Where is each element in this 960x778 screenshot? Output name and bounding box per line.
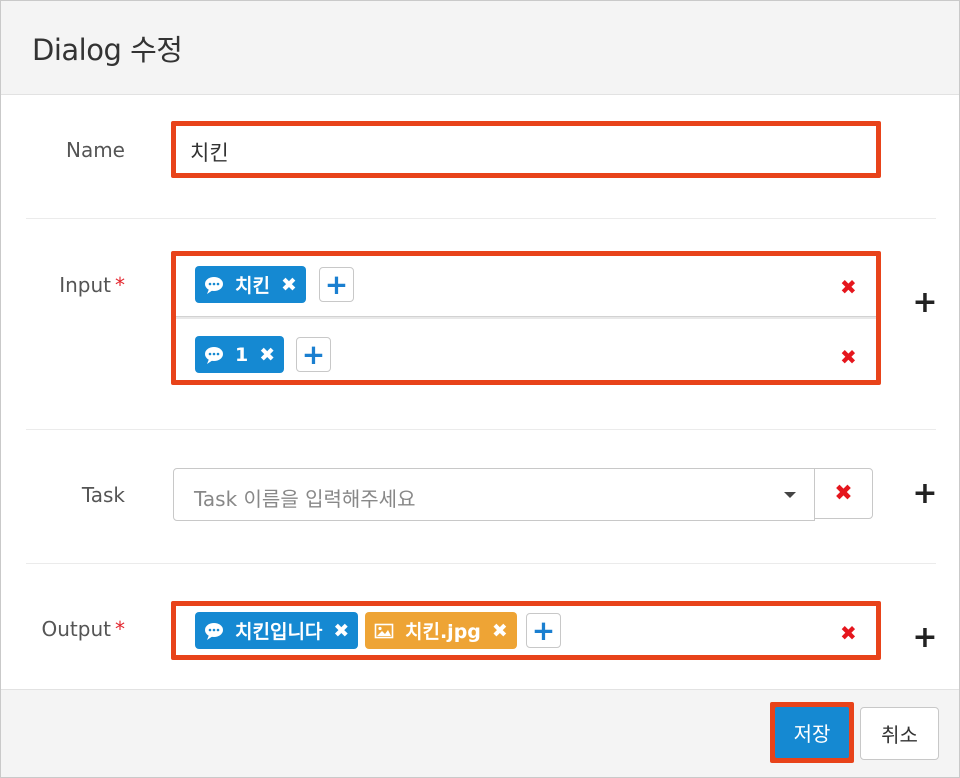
add-input-row-button[interactable]: + xyxy=(900,277,950,327)
row-separator xyxy=(176,316,876,319)
divider xyxy=(26,563,936,564)
dialog-header: Dialog 수정 xyxy=(1,1,959,95)
output-image-tag[interactable]: 치킨.jpg ✖ xyxy=(365,612,517,649)
remove-tag-icon[interactable]: ✖ xyxy=(333,620,349,642)
cancel-button[interactable]: 취소 xyxy=(860,707,939,760)
task-label: Task xyxy=(81,483,125,507)
add-output-tag-button[interactable]: + xyxy=(526,613,561,648)
add-input-tag-button[interactable]: + xyxy=(296,337,331,372)
speech-bubble-icon xyxy=(204,621,224,641)
add-task-button[interactable]: + xyxy=(900,468,950,518)
speech-bubble-icon xyxy=(204,275,224,295)
task-clear-button[interactable]: ✖ xyxy=(814,468,873,519)
task-select[interactable]: Task 이름을 입력해주세요 xyxy=(173,468,815,521)
delete-input-row-icon[interactable]: ✖ xyxy=(840,275,857,299)
name-input[interactable]: 치킨 xyxy=(171,121,881,178)
save-button[interactable]: 저장 xyxy=(775,707,849,758)
input-tag[interactable]: 치킨 ✖ xyxy=(195,266,306,303)
input-label: Input * xyxy=(59,273,125,297)
remove-tag-icon[interactable]: ✖ xyxy=(281,274,297,296)
divider xyxy=(26,218,936,219)
output-tag-text: 치킨입니다 xyxy=(235,621,323,643)
image-icon xyxy=(374,621,394,641)
name-label: Name xyxy=(65,138,125,162)
output-label: Output * xyxy=(41,617,125,641)
required-mark: * xyxy=(115,273,125,297)
task-select-placeholder: Task 이름을 입력해주세요 xyxy=(194,487,416,511)
input-tag-text: 치킨 xyxy=(235,275,270,297)
input-list: 치킨 ✖ + ✖ 1 ✖ + ✖ xyxy=(171,251,881,385)
speech-bubble-icon xyxy=(204,345,224,365)
input-tag-text: 1 xyxy=(235,343,249,366)
edit-dialog: Dialog 수정 Name 치킨 Input * 치킨 ✖ + ✖ 1 ✖ +… xyxy=(0,0,960,778)
chevron-down-icon xyxy=(784,492,796,498)
output-tag-text: 치킨.jpg xyxy=(405,621,481,643)
dialog-title: Dialog 수정 xyxy=(32,33,183,67)
remove-tag-icon[interactable]: ✖ xyxy=(259,344,275,366)
delete-input-row-icon[interactable]: ✖ xyxy=(840,345,857,369)
input-tag[interactable]: 1 ✖ xyxy=(195,336,285,373)
add-input-tag-button[interactable]: + xyxy=(319,267,354,302)
save-button-highlight: 저장 xyxy=(770,702,854,763)
name-input-value: 치킨 xyxy=(190,141,229,165)
remove-tag-icon[interactable]: ✖ xyxy=(492,620,508,642)
required-mark: * xyxy=(115,617,125,641)
add-output-row-button[interactable]: + xyxy=(900,612,950,662)
output-tag[interactable]: 치킨입니다 ✖ xyxy=(195,612,359,649)
divider xyxy=(26,429,936,430)
delete-output-row-icon[interactable]: ✖ xyxy=(840,621,857,645)
output-list: 치킨입니다 ✖ 치킨.jpg ✖ + ✖ xyxy=(171,601,881,660)
